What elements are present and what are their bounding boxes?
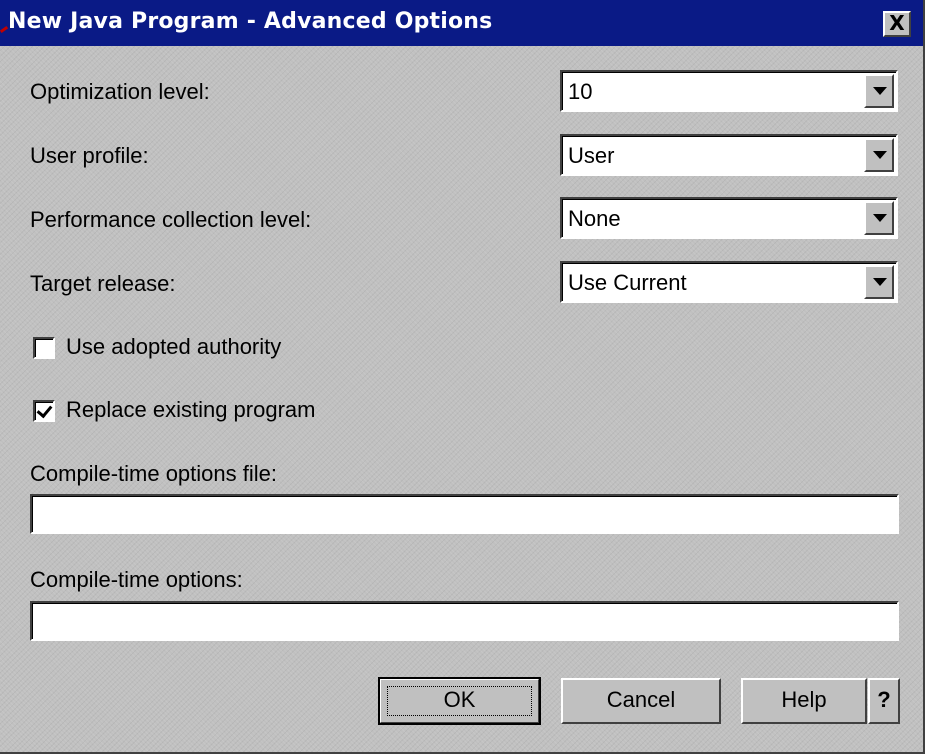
user-profile-label: User profile: — [30, 143, 149, 168]
cancel-button[interactable]: Cancel — [561, 678, 721, 724]
performance-collection-level-value: None — [568, 206, 621, 231]
user-profile-value: User — [568, 143, 615, 168]
user-profile-select[interactable]: User — [560, 134, 898, 176]
compile-time-options-input[interactable] — [30, 601, 899, 641]
compile-time-options-file-label: Compile-time options file: — [30, 461, 277, 486]
ok-button-label: OK — [443, 687, 476, 712]
performance-collection-level-select[interactable]: None — [560, 197, 898, 239]
replace-existing-program-checkbox[interactable] — [33, 400, 55, 422]
optimization-level-select[interactable]: 10 — [560, 70, 898, 112]
dialog-title: New Java Program - Advanced Options — [8, 9, 493, 34]
chevron-down-icon[interactable] — [864, 201, 894, 235]
close-button[interactable]: X — [883, 11, 911, 37]
target-release-label: Target release: — [30, 271, 176, 296]
optimization-level-label: Optimization level: — [30, 79, 210, 104]
resize-marker — [0, 25, 9, 34]
advanced-options-dialog: New Java Program - Advanced Options X Op… — [0, 0, 925, 754]
ok-button[interactable]: OK — [378, 677, 541, 725]
chevron-down-icon[interactable] — [864, 138, 894, 172]
chevron-down-icon[interactable] — [864, 74, 894, 108]
use-adopted-authority-checkbox[interactable] — [33, 337, 55, 359]
chevron-down-icon[interactable] — [864, 265, 894, 299]
help-button-label: Help — [781, 687, 827, 712]
cancel-button-label: Cancel — [606, 687, 676, 712]
use-adopted-authority-label[interactable]: Use adopted authority — [66, 334, 281, 360]
performance-collection-level-label: Performance collection level: — [30, 207, 312, 232]
help-button[interactable]: Help — [741, 678, 867, 724]
compile-time-options-file-input[interactable] — [30, 494, 899, 534]
context-help-button[interactable]: ? — [868, 678, 900, 724]
target-release-value: Use Current — [568, 270, 687, 295]
replace-existing-program-label[interactable]: Replace existing program — [66, 397, 315, 423]
close-icon: X — [889, 11, 905, 35]
question-icon: ? — [877, 687, 891, 712]
title-bar[interactable]: New Java Program - Advanced Options X — [0, 0, 923, 46]
target-release-select[interactable]: Use Current — [560, 261, 898, 303]
compile-time-options-label: Compile-time options: — [30, 567, 243, 592]
optimization-level-value: 10 — [568, 79, 593, 104]
